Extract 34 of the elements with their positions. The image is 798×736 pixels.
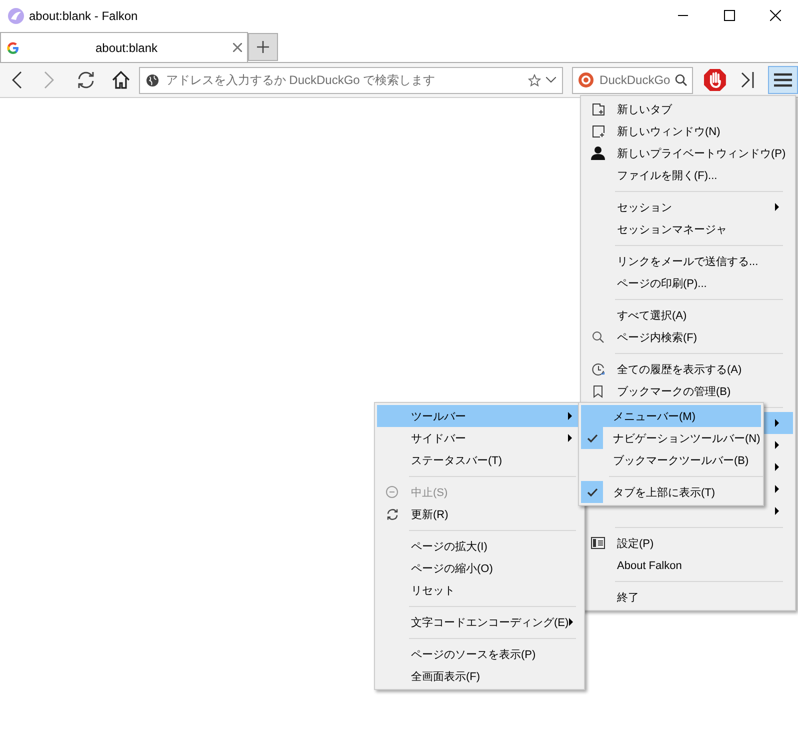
menu-item-label: ページ内検索(F) <box>617 332 698 344</box>
menu-item-label: 全ての履歴を表示する(A) <box>617 364 742 376</box>
tab-title: about:blank <box>94 40 159 56</box>
menu-item-label: 終了 <box>617 592 639 604</box>
menu-item-label: ページの拡大(I) <box>411 540 488 553</box>
menu-item-label: タブを上部に表示(T) <box>613 486 716 499</box>
menu-item-label: すべて選択(A) <box>617 310 687 322</box>
menu-item-label: ファイルを開く(F)... <box>617 170 718 182</box>
menu-item-label: ブックマークの管理(B) <box>617 386 731 398</box>
menu-item-label: セッション <box>617 202 672 214</box>
menu-item-label: 中止(S) <box>411 486 448 499</box>
menu-item-label: 新しいプライベートウィンドウ(P) <box>617 148 786 160</box>
menu-item-label: 設定(P) <box>617 538 654 550</box>
menu-item-label: 新しいウィンドウ(N) <box>617 126 720 138</box>
menu-item-label: ツールバー <box>411 410 466 423</box>
menu-item-label: ページの印刷(P)... <box>617 278 707 290</box>
menu-item-label: リセット <box>411 584 455 597</box>
menu-item-label: ブックマークツールバー(B) <box>613 454 749 467</box>
menu-item-label: 全画面表示(F) <box>411 670 480 683</box>
menu-item-label: 更新(R) <box>411 508 448 521</box>
menu-item-label: メニューバー(M) <box>613 410 696 423</box>
menu-item-label: 新しいタブ <box>617 104 672 116</box>
window-title: about:blank - Falkon <box>29 8 138 24</box>
menu-item-label: ナビゲーションツールバー(N) <box>613 432 760 445</box>
menu-item-label: 文字コードエンコーディング(E) <box>411 616 569 629</box>
menu-item-label: ステータスバー(T) <box>411 454 502 467</box>
menu-item-label: リンクをメールで送信する... <box>617 256 758 268</box>
search-placeholder: DuckDuckGo <box>600 72 670 89</box>
menu-item-label: About Falkon <box>617 560 682 572</box>
address-placeholder: アドレスを入力するか DuckDuckGo で検索します <box>166 72 436 89</box>
menu-item-label: サイドバー <box>411 432 466 445</box>
menu-item-label: セッションマネージャ <box>617 224 727 236</box>
menu-item-label: ページの縮小(O) <box>411 562 493 575</box>
menu-item-label: ページのソースを表示(P) <box>411 648 536 661</box>
